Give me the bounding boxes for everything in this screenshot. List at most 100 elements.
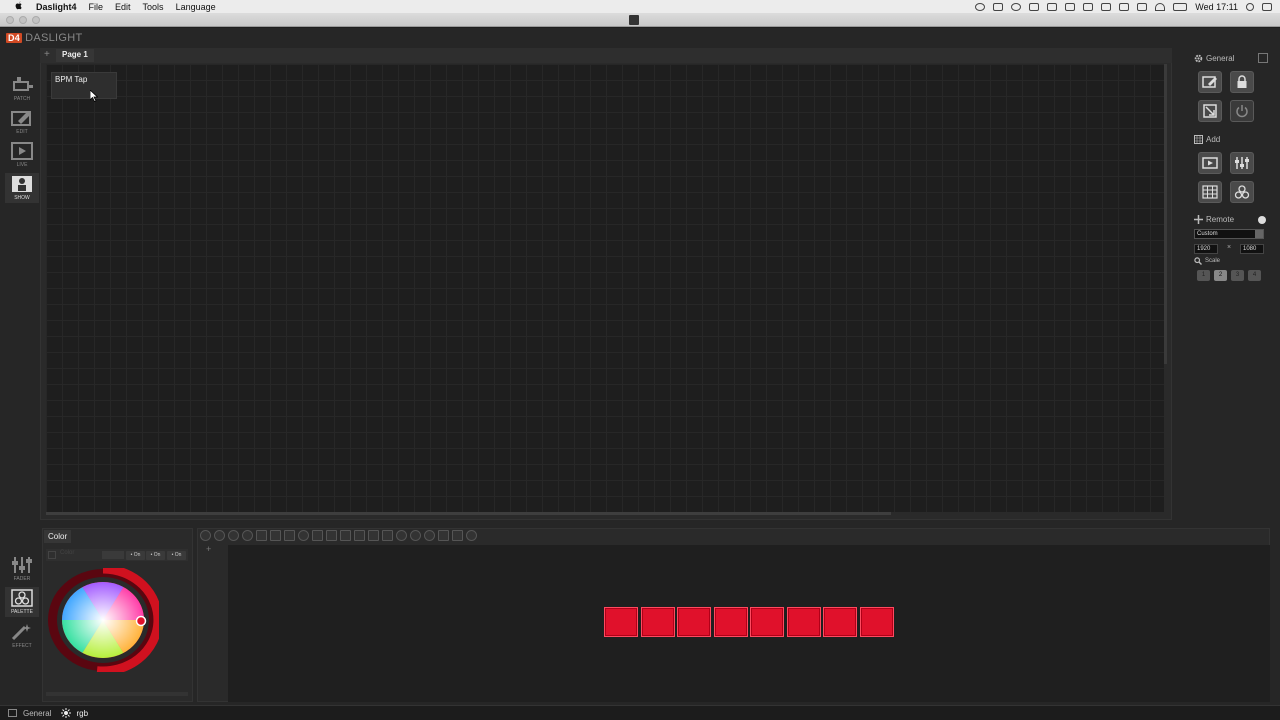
scale-option-1[interactable]: 1 <box>1197 270 1210 281</box>
dropbox-icon[interactable] <box>993 2 1004 11</box>
airplay-icon[interactable] <box>1119 2 1130 11</box>
collapse-panel-icon[interactable] <box>1258 53 1268 63</box>
menu-tools[interactable]: Tools <box>143 2 164 12</box>
on-button-2[interactable]: • On <box>146 551 165 560</box>
menu-language[interactable]: Language <box>176 2 216 12</box>
nav-live[interactable]: LIVE <box>5 142 39 170</box>
tab-color[interactable]: Color <box>44 530 72 543</box>
scale-option-3[interactable]: 3 <box>1231 270 1244 281</box>
ungroup-icon[interactable] <box>452 530 463 541</box>
redo-icon[interactable] <box>410 530 421 541</box>
flip-horizontal-icon[interactable] <box>326 530 337 541</box>
distribute-icon[interactable] <box>312 530 323 541</box>
logo-mark: D4 <box>6 33 23 43</box>
fixture-cell[interactable] <box>750 607 784 637</box>
vertical-scrollbar[interactable] <box>1164 64 1167 364</box>
circle-shape-icon[interactable] <box>298 530 309 541</box>
add-grid-widget-button[interactable] <box>1198 181 1222 203</box>
scale-option-2[interactable]: 2 <box>1214 270 1227 281</box>
horizontal-scrollbar[interactable] <box>46 512 891 515</box>
nav-edit[interactable]: EDIT <box>5 109 39 137</box>
undo-icon[interactable] <box>396 530 407 541</box>
on-button-3[interactable]: • On <box>167 551 186 560</box>
general-section-header: General <box>1194 54 1234 63</box>
add-page-button[interactable]: + <box>44 49 54 62</box>
on-button-1[interactable]: • On <box>126 551 145 560</box>
group-icon[interactable] <box>438 530 449 541</box>
app-menu[interactable]: Daslight4 <box>36 2 77 12</box>
apple-menu-icon[interactable] <box>14 1 24 13</box>
fixture-cell[interactable] <box>859 607 894 637</box>
info-icon[interactable] <box>466 530 477 541</box>
nav-effect[interactable]: EFFECT <box>5 623 39 651</box>
zoom-out-icon[interactable] <box>214 530 225 541</box>
status-rgb[interactable]: rgb <box>76 709 88 718</box>
mac-menubar: Daslight4 File Edit Tools Language Wed 1… <box>0 0 1280 13</box>
scale-option-4[interactable]: 4 <box>1248 270 1261 281</box>
resolution-height-field[interactable]: 1080 <box>1240 244 1264 254</box>
add-fader-widget-button[interactable] <box>1230 152 1254 174</box>
drive-icon[interactable] <box>1029 2 1040 11</box>
move-icon[interactable] <box>256 530 267 541</box>
close-window-button[interactable] <box>6 16 14 24</box>
fixture-cell[interactable] <box>677 607 711 637</box>
spotlight-icon[interactable] <box>1246 2 1254 11</box>
show-grid-canvas[interactable] <box>46 64 1164 512</box>
add-fixture-button[interactable]: + <box>206 544 211 554</box>
select-icon[interactable] <box>270 530 281 541</box>
color-checkbox[interactable] <box>48 551 56 559</box>
record-icon[interactable] <box>975 2 986 11</box>
nav-fader[interactable]: FADER <box>5 556 39 584</box>
nav-show[interactable]: SHOW <box>5 173 39 203</box>
nav-patch[interactable]: PATCH <box>5 76 39 104</box>
color-wheel[interactable]: •• <box>47 568 159 672</box>
bpm-tap-widget[interactable]: BPM Tap <box>51 72 117 99</box>
fixture-cell[interactable] <box>823 607 857 637</box>
align-icon[interactable] <box>284 530 295 541</box>
resize-button[interactable] <box>1198 100 1222 122</box>
check-icon[interactable] <box>1065 2 1076 11</box>
fixture-cell[interactable] <box>640 607 675 637</box>
edit-mode-button[interactable] <box>1198 71 1222 93</box>
zoom-fit-icon[interactable] <box>228 530 239 541</box>
screen-icon[interactable] <box>1101 2 1112 11</box>
fixture-canvas[interactable] <box>228 545 1270 702</box>
lock-button[interactable] <box>1230 71 1254 93</box>
power-button[interactable] <box>1230 100 1254 122</box>
fixture-cell[interactable] <box>786 607 821 637</box>
flip-vertical-icon[interactable] <box>340 530 351 541</box>
notification-center-icon[interactable] <box>1262 2 1272 11</box>
fixture-cell[interactable] <box>713 607 748 637</box>
scale-section-header: Scale <box>1194 257 1220 265</box>
menu-file[interactable]: File <box>89 2 104 12</box>
remote-resolution-select[interactable]: Custom <box>1194 229 1264 239</box>
tab-page-1[interactable]: Page 1 <box>56 49 94 62</box>
resolution-width-field[interactable]: 1920 <box>1194 244 1218 254</box>
copy-icon[interactable] <box>1083 2 1094 11</box>
color-scrollbar[interactable] <box>46 692 188 696</box>
bluetooth-icon[interactable] <box>1137 2 1148 11</box>
zoom-in-icon[interactable] <box>200 530 211 541</box>
wifi-icon[interactable] <box>1155 2 1166 11</box>
menu-edit[interactable]: Edit <box>115 2 131 12</box>
arrange-up-icon[interactable] <box>354 530 365 541</box>
grid-layout-icon[interactable] <box>382 530 393 541</box>
remote-toggle[interactable] <box>1258 216 1266 224</box>
minimize-window-button[interactable] <box>19 16 27 24</box>
color-picker-handle[interactable] <box>135 615 147 627</box>
extension-icon[interactable] <box>1047 2 1058 11</box>
settings-icon[interactable] <box>424 530 435 541</box>
nav-palette[interactable]: PALETTE <box>5 587 39 617</box>
eye-icon[interactable] <box>1011 2 1022 11</box>
status-general[interactable]: General <box>23 709 51 718</box>
zoom-window-button[interactable] <box>32 16 40 24</box>
zoom-reset-icon[interactable] <box>242 530 253 541</box>
add-palette-widget-button[interactable] <box>1230 181 1254 203</box>
arrange-down-icon[interactable] <box>368 530 379 541</box>
battery-icon[interactable] <box>1173 2 1188 11</box>
clock[interactable]: Wed 17:11 <box>1195 2 1238 12</box>
color-swatch-slot[interactable] <box>102 551 124 559</box>
add-play-widget-button[interactable] <box>1198 152 1222 174</box>
palette-icon <box>11 589 33 607</box>
fixture-cell[interactable] <box>604 607 638 637</box>
